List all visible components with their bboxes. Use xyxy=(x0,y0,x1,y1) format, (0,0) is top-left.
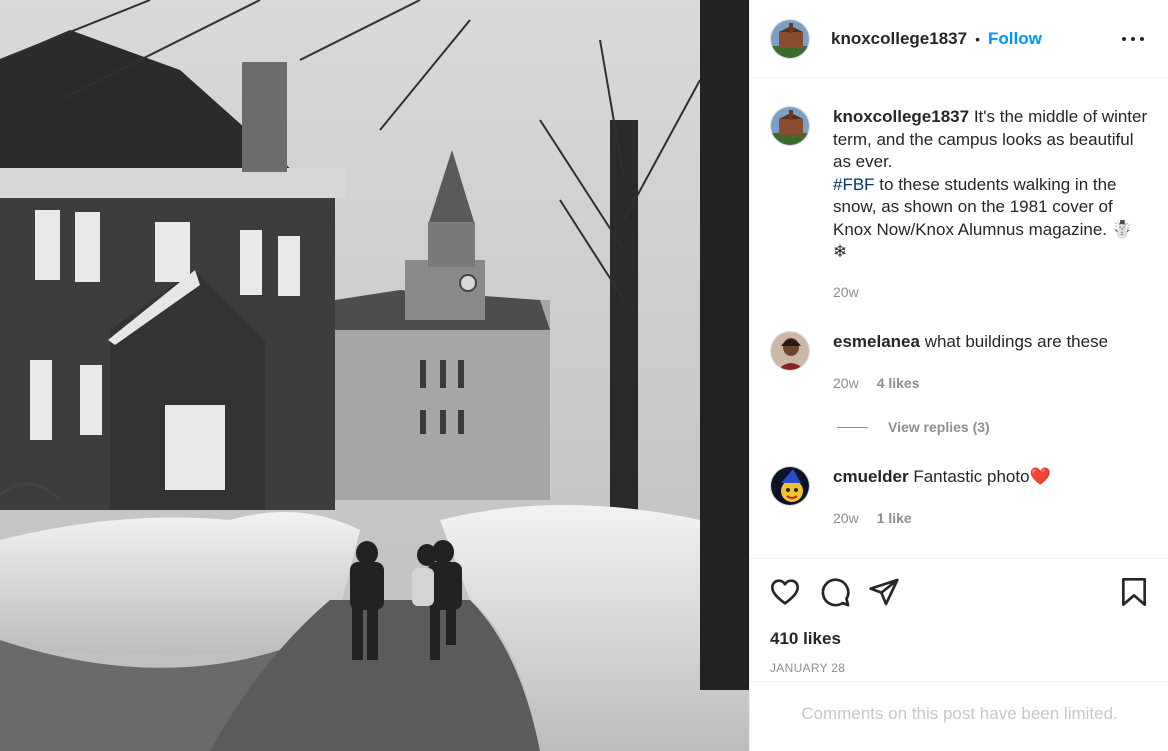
comment-timestamp[interactable]: 20w xyxy=(833,510,859,526)
comment-timestamp[interactable]: 20w xyxy=(833,375,859,391)
comment-row: cmuelder Fantastic photo❤️ xyxy=(770,466,1150,506)
avatar[interactable] xyxy=(770,18,810,59)
comment-meta: 20w 1 like xyxy=(833,510,912,526)
college-building-avatar-icon xyxy=(771,19,809,58)
avatar[interactable] xyxy=(770,331,810,371)
caption-meta: 20w xyxy=(833,284,859,300)
caption-body-continued: to these students walking in the snow, a… xyxy=(833,174,1133,262)
post-date[interactable]: JANUARY 28 xyxy=(770,661,845,675)
user-avatar-icon xyxy=(771,332,809,370)
comment-icon[interactable] xyxy=(819,576,851,608)
instagram-post: knoxcollege1837 • Follow knoxcollege1837… xyxy=(0,0,1168,751)
comment-likes[interactable]: 1 like xyxy=(877,510,912,526)
caption-timestamp[interactable]: 20w xyxy=(833,284,859,300)
avatar[interactable] xyxy=(770,106,810,146)
likes-count[interactable]: 410 likes xyxy=(770,629,841,649)
view-replies-label: View replies (3) xyxy=(888,419,990,435)
comment-meta: 20w 4 likes xyxy=(833,375,920,391)
replies-divider xyxy=(837,426,868,428)
follow-button[interactable]: Follow xyxy=(988,29,1042,49)
heart-icon[interactable] xyxy=(769,576,801,608)
comment-text: esmelanea what buildings are these xyxy=(833,331,1148,371)
caption: knoxcollege1837 It's the middle of winte… xyxy=(770,106,1150,264)
post-actions: 410 likes JANUARY 28 xyxy=(750,558,1168,682)
comment-row: esmelanea what buildings are these xyxy=(770,331,1150,371)
comment-body: Fantastic photo❤️ xyxy=(913,467,1051,486)
caption-username[interactable]: knoxcollege1837 xyxy=(833,107,969,126)
comment-username[interactable]: esmelanea xyxy=(833,332,920,351)
post-photo[interactable] xyxy=(0,0,749,751)
comments-section[interactable]: knoxcollege1837 It's the middle of winte… xyxy=(750,79,1168,559)
post-header: knoxcollege1837 • Follow xyxy=(750,0,1168,78)
comments-limited-notice: Comments on this post have been limited. xyxy=(801,704,1118,723)
comment-body: what buildings are these xyxy=(924,332,1109,351)
post-sidebar: knoxcollege1837 • Follow knoxcollege1837… xyxy=(749,0,1168,751)
more-options-icon[interactable] xyxy=(1122,29,1144,49)
caption-text: knoxcollege1837 It's the middle of winte… xyxy=(833,106,1148,264)
cartoon-avatar-icon xyxy=(771,467,809,505)
avatar[interactable] xyxy=(770,466,810,506)
college-building-avatar-icon xyxy=(771,107,809,145)
comment-username[interactable]: cmuelder xyxy=(833,467,909,486)
bookmark-icon[interactable] xyxy=(1118,576,1150,608)
view-replies-button[interactable]: View replies (3) xyxy=(837,419,990,435)
send-icon[interactable] xyxy=(868,576,900,608)
winter-campus-photo xyxy=(0,0,749,751)
comment-text: cmuelder Fantastic photo❤️ xyxy=(833,466,1148,506)
comment-likes[interactable]: 4 likes xyxy=(877,375,920,391)
hashtag-link[interactable]: #FBF xyxy=(833,175,875,194)
post-username[interactable]: knoxcollege1837 xyxy=(831,29,967,49)
separator-dot: • xyxy=(975,30,980,47)
